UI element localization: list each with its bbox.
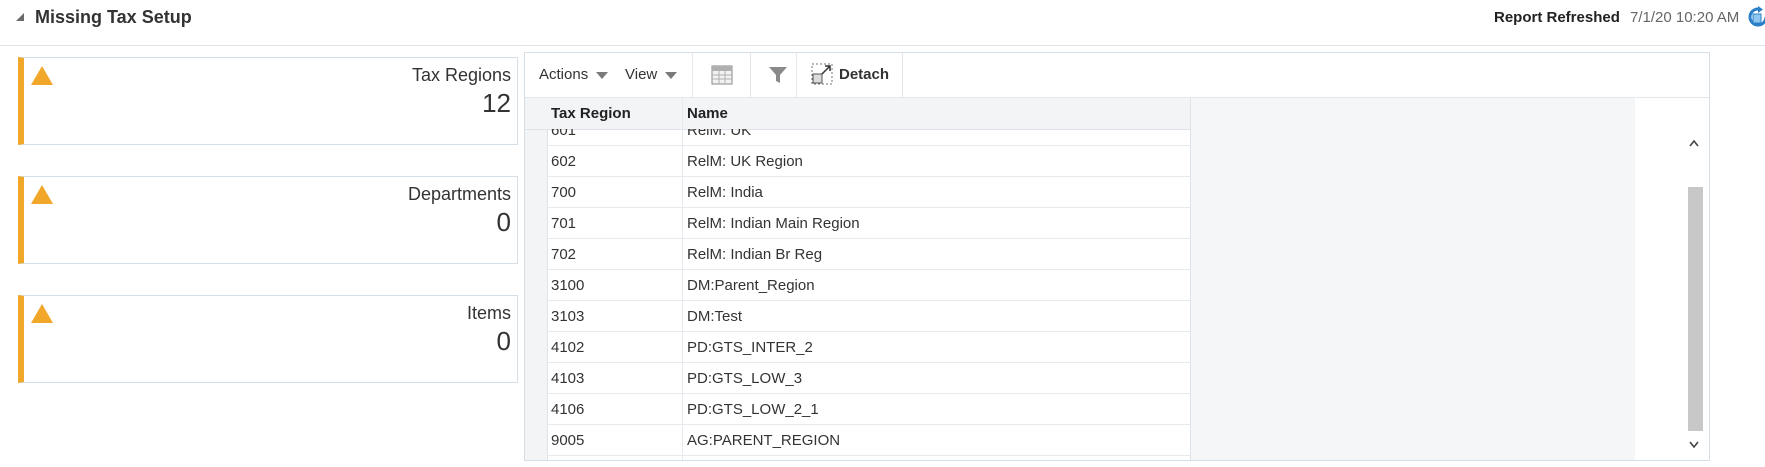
cell-name: RelM: UK Region (687, 153, 803, 170)
detach-icon (811, 63, 833, 85)
toolbar-divider (902, 53, 903, 97)
table-row[interactable]: 701 RelM: Indian Main Region (547, 208, 1190, 239)
table-row[interactable]: 3103 DM:Test (547, 301, 1190, 332)
table-row[interactable]: 3100 DM:Parent_Region (547, 270, 1190, 301)
cell-tax-region: 9005 (551, 432, 585, 449)
tax-region-table-panel: Actions View Detach Tax Region Name 601 … (524, 52, 1710, 461)
tile-label: Tax Regions (411, 65, 511, 85)
tile-count: 0 (496, 326, 511, 356)
table-row[interactable]: 602 RelM: UK Region (547, 146, 1190, 177)
cell-tax-region: 700 (551, 184, 577, 201)
column-header-tax-region[interactable]: Tax Region (551, 105, 631, 122)
cell-name: PD:GTS_LOW_2_1 (687, 401, 819, 418)
filter-icon[interactable] (768, 65, 788, 85)
cell-name: DM:Test (687, 308, 743, 325)
table-row[interactable]: 702 RelM: Indian Br Reg (547, 239, 1190, 270)
cell-name: RelM: UK (687, 129, 752, 139)
scroll-up-arrow-icon[interactable] (1689, 139, 1699, 147)
view-menu-label: View (625, 66, 658, 83)
cell-name: RelM: India (687, 184, 763, 201)
toolbar-divider (796, 53, 797, 97)
report-refreshed-time: 7/1/20 10:20 AM (1630, 9, 1740, 26)
refresh-icon[interactable] (1748, 6, 1765, 28)
empty-grid-area (1190, 98, 1635, 460)
tile-count: 12 (482, 88, 511, 118)
table-body: 601 RelM: UK 602 RelM: UK Region 700 Rel… (547, 129, 1190, 460)
cell-tax-region: 602 (551, 153, 577, 170)
tile-label: Items (466, 303, 511, 323)
toolbar-divider (750, 53, 751, 97)
tile-tax-regions[interactable]: Tax Regions 12 (18, 57, 518, 145)
report-refreshed-label: Report Refreshed (1494, 9, 1620, 26)
column-header-row: Tax Region Name (525, 98, 1190, 130)
toolbar-divider (692, 53, 693, 97)
cell-tax-region: 4103 (551, 370, 585, 387)
table-row[interactable]: 4103 PD:GTS_LOW_3 (547, 363, 1190, 394)
page-title: Missing Tax Setup (35, 7, 192, 27)
cell-name: RelM: Indian Main Region (687, 215, 860, 232)
actions-menu[interactable]: Actions (539, 66, 609, 83)
warning-icon (31, 304, 53, 323)
table-toolbar: Actions View Detach (525, 53, 1709, 98)
warning-icon (31, 66, 53, 85)
view-menu[interactable]: View (625, 66, 678, 83)
table-row[interactable]: 700 RelM: India (547, 177, 1190, 208)
table-row[interactable]: 4102 PD:GTS_INTER_2 (547, 332, 1190, 363)
tile-items[interactable]: Items 0 (18, 295, 518, 383)
column-header-name[interactable]: Name (687, 105, 728, 122)
tile-count: 0 (496, 207, 511, 237)
cell-name: DM:Parent_Region (687, 277, 815, 294)
cell-tax-region: 4106 (551, 401, 585, 418)
cell-tax-region: 701 (551, 215, 577, 232)
table-row[interactable]: 601 RelM: UK (547, 129, 1190, 146)
warning-icon (31, 185, 53, 204)
cell-tax-region: 3100 (551, 277, 585, 294)
table-row[interactable]: 4106 PD:GTS_LOW_2_1 (547, 394, 1190, 425)
tile-departments[interactable]: Departments 0 (18, 176, 518, 264)
region-header: Missing Tax Setup Report Refreshed 7/1/2… (0, 0, 1765, 46)
cell-name: PD:GTS_INTER_2 (687, 339, 813, 356)
cell-name: RelM: Indian Br Reg (687, 246, 823, 263)
scrollbar-thumb[interactable] (1688, 187, 1703, 431)
chevron-down-icon (596, 71, 609, 79)
table-row[interactable]: 9005 AG:PARENT_REGION (547, 425, 1190, 456)
cell-name: AG:PARENT_REGION (687, 432, 841, 449)
cell-tax-region: 4102 (551, 339, 585, 356)
row-header-strip (525, 98, 548, 460)
collapse-disclosure-icon[interactable] (16, 13, 24, 21)
cell-tax-region: 601 (551, 129, 577, 139)
cell-tax-region: 702 (551, 246, 577, 263)
cell-tax-region: 3103 (551, 308, 585, 325)
cell-name: PD:GTS_LOW_3 (687, 370, 803, 387)
tax-region-grid: Tax Region Name 601 RelM: UK 602 RelM: U… (525, 98, 1635, 460)
chevron-down-icon (665, 71, 678, 79)
detach-label: Detach (839, 66, 890, 83)
tile-label: Departments (407, 184, 511, 204)
export-to-excel-icon[interactable] (711, 65, 733, 85)
scroll-down-arrow-icon[interactable] (1689, 441, 1699, 449)
actions-menu-label: Actions (539, 66, 589, 83)
